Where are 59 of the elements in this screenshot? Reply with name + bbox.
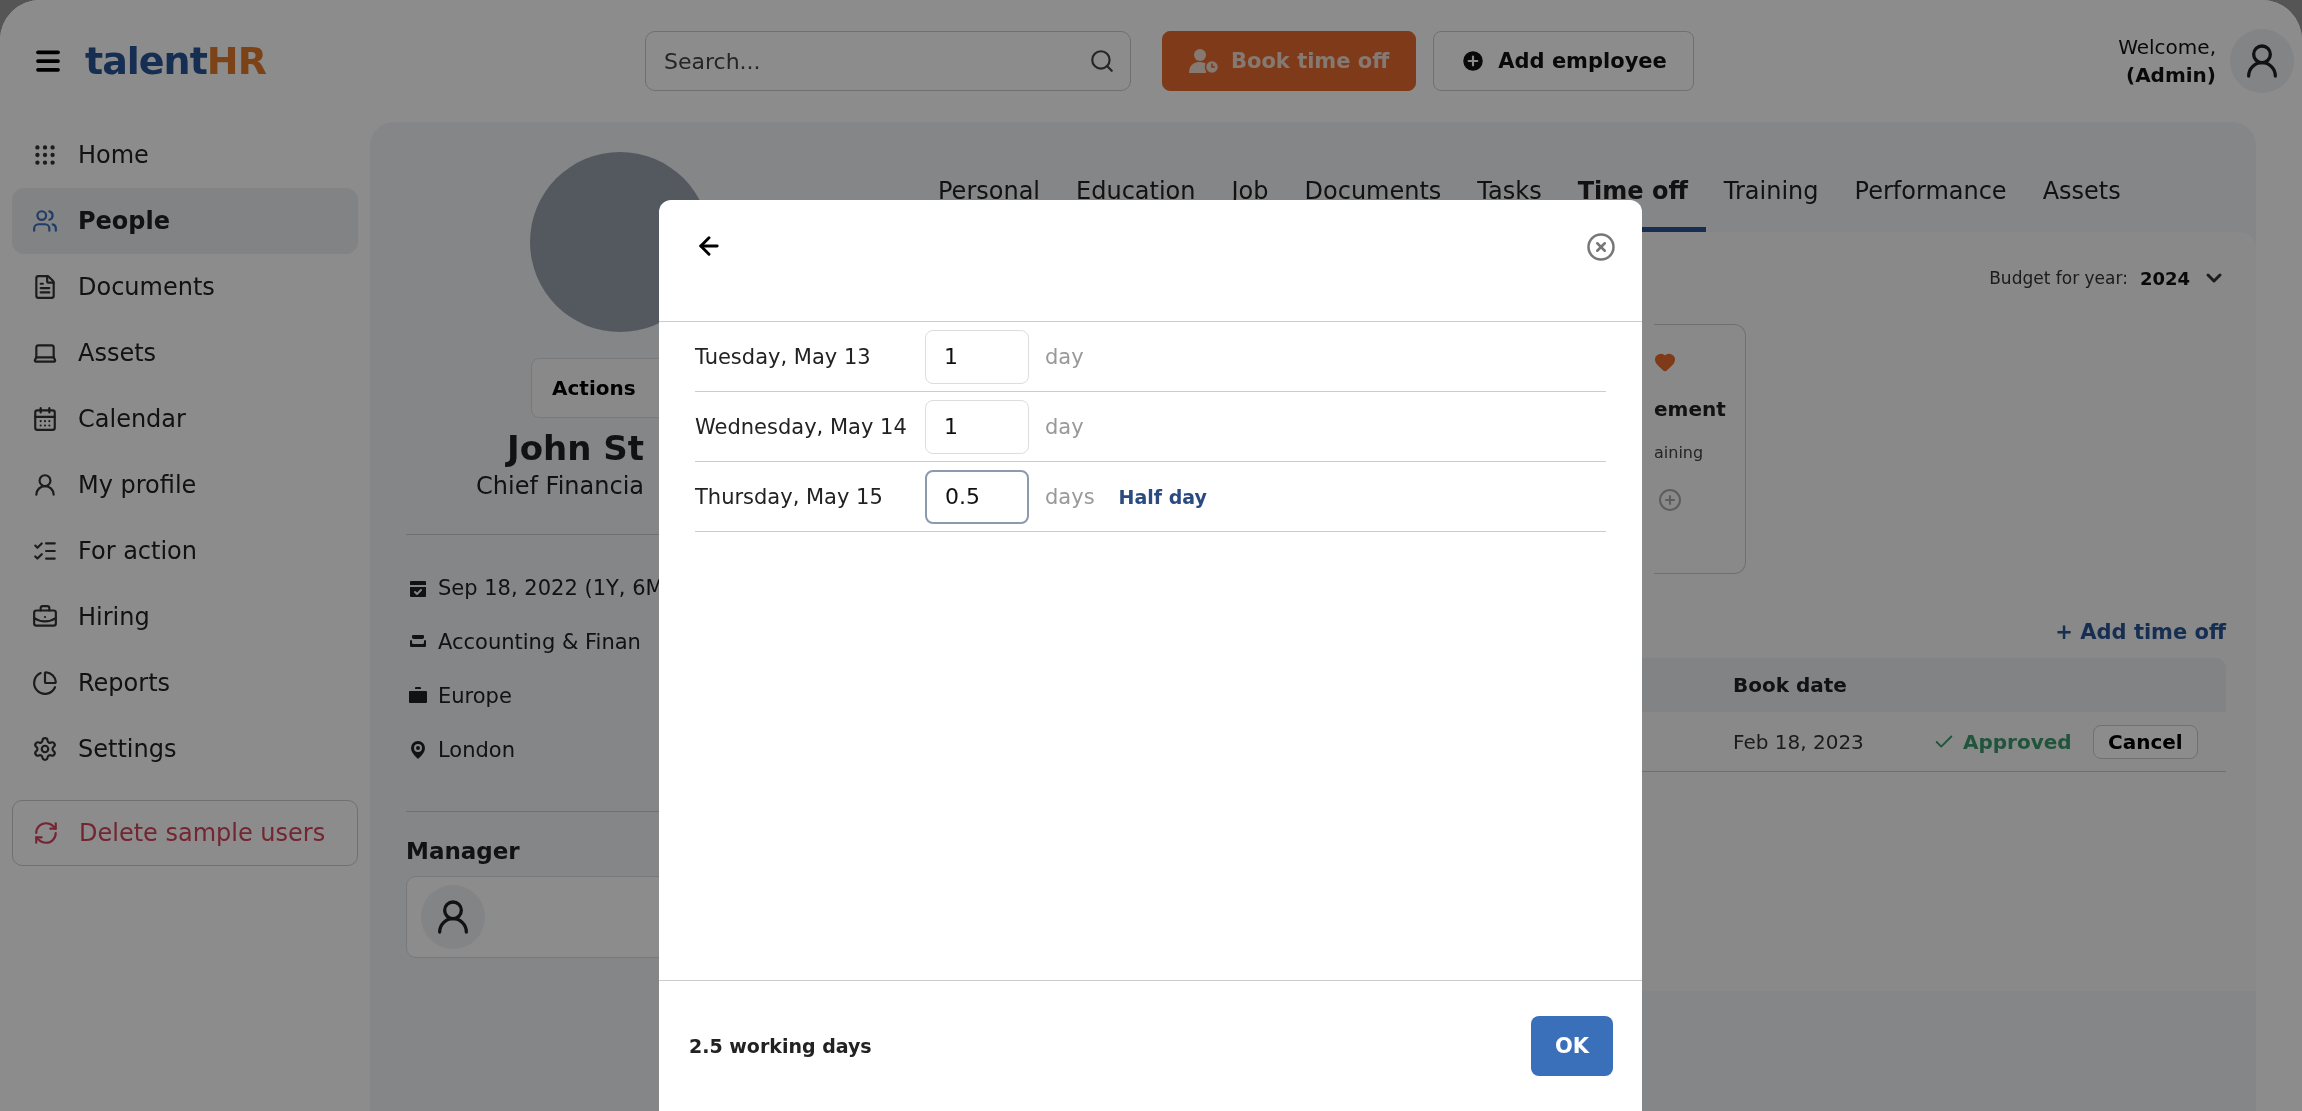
year-select[interactable]: 2024 bbox=[2139, 267, 2190, 289]
document-icon bbox=[32, 274, 58, 300]
unit-label: day bbox=[1045, 344, 1084, 369]
date-label: Wednesday, May 14 bbox=[695, 414, 908, 439]
person-icon bbox=[32, 472, 58, 498]
welcome-text: Welcome, bbox=[2118, 35, 2216, 59]
user-role: (Admin) bbox=[2126, 63, 2216, 87]
sidebar-item[interactable]: For action bbox=[12, 518, 358, 584]
ok-button[interactable]: OK bbox=[1531, 1015, 1613, 1076]
tab[interactable]: Assets bbox=[2024, 177, 2139, 232]
sidebar-item[interactable]: Documents bbox=[12, 254, 358, 320]
column-header: Book date bbox=[1733, 673, 1847, 697]
search-field[interactable]: Search... bbox=[645, 31, 1131, 91]
settings-icon bbox=[32, 736, 58, 762]
close-button[interactable] bbox=[1586, 232, 1616, 262]
people-icon bbox=[32, 208, 58, 234]
sidebar-item[interactable]: Home bbox=[12, 122, 358, 188]
add-time-off-link[interactable]: + Add time off bbox=[2055, 620, 2226, 644]
search-icon[interactable] bbox=[1089, 48, 1115, 74]
half-day-link[interactable]: Half day bbox=[1118, 485, 1207, 508]
calendar-icon bbox=[32, 406, 58, 432]
delete-sample-users-button[interactable]: Delete sample users bbox=[12, 800, 358, 866]
heart-icon bbox=[1654, 351, 1676, 373]
card-subtitle: aining bbox=[1654, 443, 1705, 462]
tab[interactable]: Performance bbox=[1836, 177, 2025, 232]
employee-name: John St bbox=[504, 428, 644, 468]
briefcase-icon bbox=[32, 604, 58, 630]
days-input[interactable]: 1 bbox=[925, 399, 1029, 454]
table-cell-text: Feb 18, 2023 bbox=[1733, 729, 1865, 754]
manager-heading: Manager bbox=[406, 838, 521, 864]
status-text: Approved bbox=[1963, 729, 2072, 754]
person-clock-icon bbox=[1189, 48, 1219, 74]
detail-text: Accounting & Finan bbox=[438, 630, 641, 654]
sidebar-item[interactable]: Assets bbox=[12, 320, 358, 386]
sidebar-item[interactable]: Reports bbox=[12, 650, 358, 716]
card-title: ement bbox=[1654, 397, 1727, 421]
unit-label: days bbox=[1045, 484, 1095, 509]
sidebar-item[interactable]: Settings bbox=[12, 716, 358, 782]
unit-label: day bbox=[1045, 414, 1084, 439]
date-label: Thursday, May 15 bbox=[695, 484, 884, 509]
detail-text: Europe bbox=[438, 684, 512, 708]
days-input[interactable]: 1 bbox=[925, 329, 1029, 384]
pie-chart-icon bbox=[32, 670, 58, 696]
refresh-icon bbox=[33, 820, 59, 846]
total-days: 2.5 working days bbox=[689, 1034, 872, 1057]
detail-text: London bbox=[438, 738, 515, 762]
add-employee-button[interactable]: Add employee bbox=[1433, 31, 1694, 91]
grid-icon bbox=[32, 142, 58, 168]
budget-label: Budget for year: bbox=[1989, 268, 2128, 288]
sidebar-item[interactable]: Calendar bbox=[12, 386, 358, 452]
tab[interactable]: Training bbox=[1705, 177, 1837, 232]
date-label: Tuesday, May 13 bbox=[695, 344, 872, 369]
days-input[interactable]: 0.5 bbox=[925, 469, 1029, 524]
sidebar-item[interactable]: My profile bbox=[12, 452, 358, 518]
sidebar-item[interactable]: Hiring bbox=[12, 584, 358, 650]
job-title: Chief Financia bbox=[475, 472, 644, 500]
cancel-button[interactable]: Cancel bbox=[2093, 724, 2198, 759]
logo: talentHR bbox=[85, 39, 267, 83]
sidebar-item[interactable]: People bbox=[12, 188, 358, 254]
